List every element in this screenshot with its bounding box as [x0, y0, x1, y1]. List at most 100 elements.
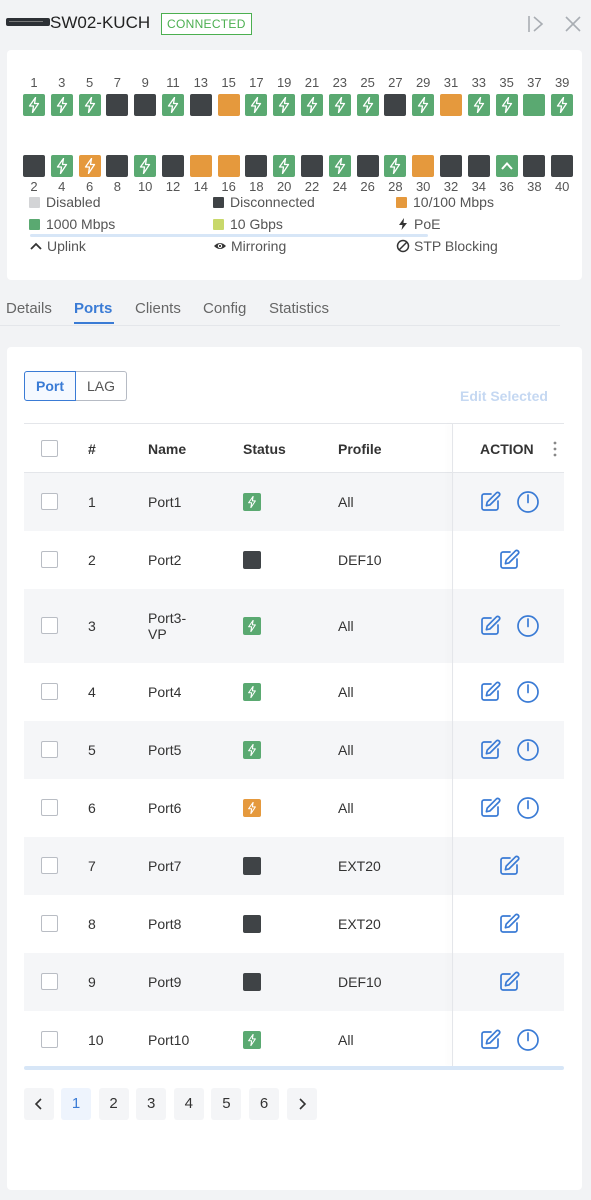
port-7-indicator[interactable] [106, 94, 129, 116]
port-toggle-button[interactable]: Port [24, 371, 76, 401]
port-10-indicator[interactable] [134, 155, 157, 177]
port-5-indicator[interactable] [78, 94, 101, 116]
port-3-indicator[interactable] [50, 94, 73, 116]
power-icon[interactable] [516, 796, 540, 820]
row-checkbox[interactable] [41, 493, 58, 510]
page-6-button[interactable]: 6 [249, 1088, 279, 1120]
port-25-indicator[interactable] [356, 94, 379, 116]
port-33-indicator[interactable] [467, 94, 490, 116]
select-all-checkbox[interactable] [41, 440, 58, 457]
edit-icon[interactable] [497, 548, 521, 572]
edit-icon[interactable] [478, 738, 502, 762]
port-27-indicator[interactable] [384, 94, 407, 116]
port-39-indicator[interactable] [551, 94, 574, 116]
row-checkbox[interactable] [41, 683, 58, 700]
port-35-indicator[interactable] [495, 94, 518, 116]
port-14-indicator[interactable] [189, 155, 212, 177]
page-1-button[interactable]: 1 [61, 1088, 91, 1120]
port-23-indicator[interactable] [328, 94, 351, 116]
port-12-indicator[interactable] [162, 155, 184, 177]
port-40-indicator[interactable] [551, 155, 574, 177]
page-5-button[interactable]: 5 [211, 1088, 242, 1120]
power-icon[interactable] [516, 1028, 540, 1052]
port-30-indicator[interactable] [412, 155, 435, 177]
port-32-indicator[interactable] [440, 155, 462, 177]
port-8-indicator[interactable] [106, 155, 129, 177]
power-icon[interactable] [516, 680, 540, 704]
column-menu-icon[interactable] [550, 439, 560, 459]
row-checkbox[interactable] [41, 741, 58, 758]
page-4-button[interactable]: 4 [173, 1088, 204, 1120]
port-20-indicator[interactable] [273, 155, 296, 177]
port-37-indicator[interactable] [523, 94, 546, 116]
table-row[interactable]: 8 Port8 EXT20 [24, 895, 564, 953]
row-checkbox[interactable] [41, 551, 58, 568]
row-checkbox[interactable] [41, 799, 58, 816]
table-row[interactable]: 2 Port2 DEF10 [24, 531, 564, 589]
port-6-indicator[interactable] [78, 155, 101, 177]
port-17-indicator[interactable] [245, 94, 268, 116]
collapse-panel-icon[interactable] [525, 13, 547, 35]
edit-icon[interactable] [478, 796, 502, 820]
port-22-indicator[interactable] [301, 155, 323, 177]
edit-icon[interactable] [478, 614, 502, 638]
legend-swatch [29, 197, 40, 208]
tab-clients[interactable]: Clients [135, 300, 181, 317]
port-16-indicator[interactable] [217, 155, 240, 177]
edit-icon[interactable] [478, 680, 502, 704]
edit-selected-button[interactable]: Edit Selected [460, 388, 548, 404]
row-checkbox[interactable] [41, 973, 58, 990]
port-28-indicator[interactable] [384, 155, 407, 177]
table-row[interactable]: 3 Port3- VP All [24, 589, 564, 663]
port-18-indicator[interactable] [245, 155, 268, 177]
tab-ports[interactable]: Ports [74, 300, 112, 317]
port-19-indicator[interactable] [273, 94, 296, 116]
tab-details[interactable]: Details [6, 300, 52, 317]
row-checkbox[interactable] [41, 1031, 58, 1048]
port-9-indicator[interactable] [134, 94, 157, 116]
edit-icon[interactable] [478, 490, 502, 514]
port-4-indicator[interactable] [50, 155, 73, 177]
power-icon[interactable] [516, 614, 540, 638]
table-row[interactable]: 1 Port1 All [24, 473, 564, 531]
table-row[interactable]: 4 Port4 All [24, 663, 564, 721]
power-icon[interactable] [516, 738, 540, 762]
table-horizontal-scrollbar[interactable] [24, 1066, 564, 1070]
edit-icon[interactable] [478, 1028, 502, 1052]
port-number-label: 38 [527, 179, 542, 194]
row-checkbox[interactable] [41, 857, 58, 874]
edit-icon[interactable] [497, 912, 521, 936]
edit-icon[interactable] [497, 970, 521, 994]
table-row[interactable]: 7 Port7 EXT20 [24, 837, 564, 895]
row-checkbox[interactable] [41, 617, 58, 634]
port-15-indicator[interactable] [217, 94, 240, 116]
legend-label: STP Blocking [414, 238, 498, 254]
table-row[interactable]: 10 Port10 All [24, 1011, 564, 1069]
row-checkbox[interactable] [41, 915, 58, 932]
port-29-indicator[interactable] [412, 94, 435, 116]
port-2-indicator[interactable] [23, 155, 45, 177]
next-page-button[interactable] [286, 1088, 317, 1120]
port-36-indicator[interactable] [495, 155, 518, 177]
port-13-indicator[interactable] [189, 94, 212, 116]
prev-page-button[interactable] [24, 1088, 54, 1120]
table-row[interactable]: 6 Port6 All [24, 779, 564, 837]
page-3-button[interactable]: 3 [136, 1088, 167, 1120]
port-31-indicator[interactable] [440, 94, 462, 116]
lag-toggle-button[interactable]: LAG [76, 371, 128, 401]
tab-config[interactable]: Config [203, 300, 246, 317]
edit-icon[interactable] [497, 854, 521, 878]
table-row[interactable]: 5 Port5 All [24, 721, 564, 779]
port-26-indicator[interactable] [356, 155, 379, 177]
table-row[interactable]: 9 Port9 DEF10 [24, 953, 564, 1011]
port-34-indicator[interactable] [467, 155, 490, 177]
close-icon[interactable] [562, 13, 584, 35]
page-2-button[interactable]: 2 [98, 1088, 129, 1120]
port-11-indicator[interactable] [162, 94, 184, 116]
port-38-indicator[interactable] [523, 155, 546, 177]
port-24-indicator[interactable] [328, 155, 351, 177]
port-21-indicator[interactable] [301, 94, 323, 116]
power-icon[interactable] [516, 490, 540, 514]
tab-statistics[interactable]: Statistics [269, 300, 329, 317]
port-1-indicator[interactable] [23, 94, 45, 116]
